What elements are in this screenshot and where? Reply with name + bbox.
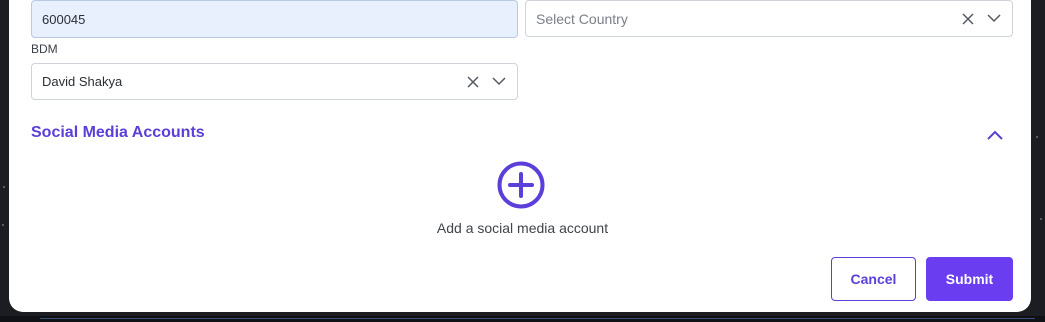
chevron-down-icon[interactable] <box>986 11 1002 27</box>
close-icon[interactable] <box>465 74 481 90</box>
bdm-label: BDM <box>31 42 58 56</box>
chevron-down-icon[interactable] <box>491 74 507 90</box>
submit-button[interactable]: Submit <box>926 257 1013 301</box>
backdrop-speck <box>3 186 5 188</box>
plus-circle-icon[interactable] <box>497 161 545 209</box>
cancel-button[interactable]: Cancel <box>831 257 916 301</box>
window-bottom-edge <box>0 316 1045 322</box>
postal-code-field[interactable]: 600045 <box>31 0 518 38</box>
bdm-select[interactable]: David Shakya <box>31 63 518 100</box>
bdm-value: David Shakya <box>42 74 123 89</box>
country-select-controls <box>960 1 1002 36</box>
country-select[interactable]: Select Country <box>525 0 1013 37</box>
close-icon[interactable] <box>960 11 976 27</box>
country-placeholder: Select Country <box>536 10 628 27</box>
postal-code-value: 600045 <box>42 11 86 27</box>
add-social-account-caption: Add a social media account <box>436 220 609 236</box>
social-media-section-title: Social Media Accounts <box>31 124 205 141</box>
edge-highlight <box>40 318 1035 319</box>
bdm-select-controls <box>465 64 507 99</box>
backdrop-speck <box>1036 136 1038 138</box>
chevron-up-icon[interactable] <box>985 125 1005 145</box>
